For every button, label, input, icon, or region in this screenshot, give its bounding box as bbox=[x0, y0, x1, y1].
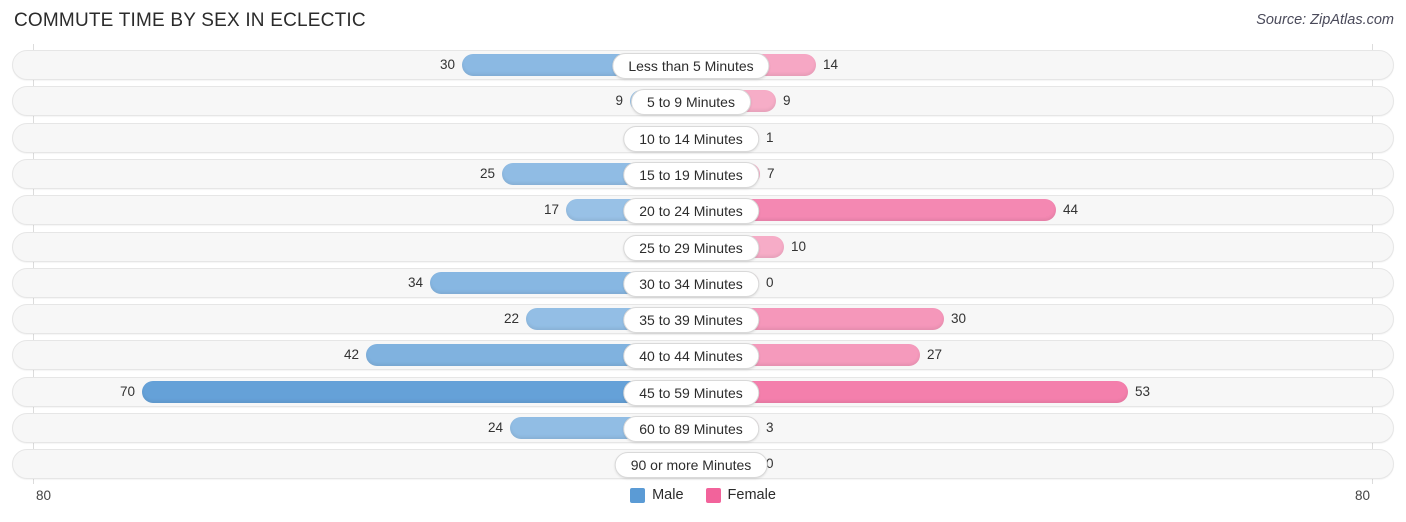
bar-value-female: 3 bbox=[766, 420, 774, 435]
legend-label: Male bbox=[652, 487, 684, 503]
legend-label: Female bbox=[727, 487, 776, 503]
bar-female[interactable] bbox=[704, 380, 1128, 403]
bar-value-male: 22 bbox=[503, 311, 519, 327]
plot-area: 3014Less than 5 Minutes995 to 9 Minutes3… bbox=[0, 44, 1406, 484]
bar-value-male: 17 bbox=[543, 202, 559, 218]
bar-value-female: 44 bbox=[1063, 202, 1079, 218]
table-row[interactable]: 01025 to 29 Minutes bbox=[12, 231, 1394, 262]
bar-value-male: 34 bbox=[407, 274, 423, 290]
bar-male[interactable] bbox=[142, 380, 702, 403]
legend-item-female[interactable]: Female bbox=[705, 487, 776, 503]
bar-value-female: 9 bbox=[783, 93, 791, 109]
table-row[interactable]: 42 27 40 to 44 Minutes bbox=[12, 340, 1394, 371]
row-inner: 30 14 Less than 5 Minutes bbox=[13, 51, 1393, 79]
table-row[interactable]: 22 30 35 to 39 Minutes bbox=[12, 304, 1394, 335]
row-inner: 34 0 30 to 34 Minutes bbox=[13, 269, 1393, 297]
category-label: 30 to 34 Minutes bbox=[623, 270, 759, 297]
category-label: 10 to 14 Minutes bbox=[623, 125, 759, 152]
bar-value-male: 30 bbox=[439, 57, 455, 72]
chart-footer: 80 80 Male Female bbox=[0, 484, 1406, 522]
row-inner: 24 3 60 to 89 Minutes bbox=[13, 414, 1393, 442]
category-label: 20 to 24 Minutes bbox=[623, 198, 759, 225]
table-row[interactable]: 0090 or more Minutes bbox=[12, 449, 1394, 480]
row-inner: 9 9 5 to 9 Minutes bbox=[13, 87, 1393, 116]
table-row[interactable]: 30 14 Less than 5 Minutes bbox=[12, 50, 1394, 80]
table-row[interactable]: 34 0 30 to 34 Minutes bbox=[12, 267, 1394, 298]
row-inner: 01025 to 29 Minutes bbox=[13, 233, 1393, 261]
row-inner: 70 53 45 to 59 Minutes bbox=[13, 378, 1393, 406]
legend-item-male[interactable]: Male bbox=[630, 487, 684, 503]
category-label: Less than 5 Minutes bbox=[612, 53, 770, 79]
row-inner: 22 30 35 to 39 Minutes bbox=[13, 305, 1393, 334]
table-row[interactable]: 70 53 45 to 59 Minutes bbox=[12, 376, 1394, 407]
page-title: COMMUTE TIME BY SEX IN ECLECTIC bbox=[14, 10, 366, 31]
category-label: 45 to 59 Minutes bbox=[623, 379, 759, 406]
bar-value-male: 70 bbox=[119, 383, 135, 399]
bar-value-female: 27 bbox=[927, 347, 943, 363]
bar-value-female: 53 bbox=[1135, 383, 1151, 399]
bar-value-female: 10 bbox=[791, 238, 807, 254]
bar-value-female: 7 bbox=[767, 165, 775, 181]
row-inner: 17 44 20 to 24 Minutes bbox=[13, 196, 1393, 225]
bar-value-male: 24 bbox=[487, 420, 503, 435]
chart-root: COMMUTE TIME BY SEX IN ECLECTIC Source: … bbox=[0, 0, 1406, 522]
bar-value-male: 25 bbox=[479, 165, 495, 181]
row-inner: 42 27 40 to 44 Minutes bbox=[13, 341, 1393, 370]
category-label: 15 to 19 Minutes bbox=[623, 161, 759, 188]
legend: Male Female bbox=[0, 487, 1406, 503]
category-label: 90 or more Minutes bbox=[614, 452, 768, 479]
bar-value-female: 30 bbox=[951, 311, 967, 327]
legend-swatch-icon bbox=[705, 487, 721, 503]
category-label: 60 to 89 Minutes bbox=[623, 416, 759, 442]
row-inner: 0090 or more Minutes bbox=[13, 450, 1393, 479]
bar-value-male: 42 bbox=[343, 347, 359, 363]
legend-swatch-icon bbox=[630, 487, 646, 503]
category-label: 35 to 39 Minutes bbox=[623, 307, 759, 334]
bar-value-female: 1 bbox=[766, 129, 774, 145]
table-row[interactable]: 9 9 5 to 9 Minutes bbox=[12, 86, 1394, 117]
category-label: 5 to 9 Minutes bbox=[631, 89, 751, 116]
table-row[interactable]: 17 44 20 to 24 Minutes bbox=[12, 195, 1394, 226]
source-attribution: Source: ZipAtlas.com bbox=[1256, 12, 1394, 28]
row-inner: 3110 to 14 Minutes bbox=[13, 124, 1393, 152]
table-row[interactable]: 25 7 15 to 19 Minutes bbox=[12, 158, 1394, 189]
row-inner: 25 7 15 to 19 Minutes bbox=[13, 160, 1393, 188]
bar-value-female: 14 bbox=[823, 57, 839, 72]
category-label: 40 to 44 Minutes bbox=[623, 343, 759, 370]
category-label: 25 to 29 Minutes bbox=[623, 234, 759, 261]
bar-value-male: 9 bbox=[615, 93, 623, 109]
table-row[interactable]: 3110 to 14 Minutes bbox=[12, 122, 1394, 153]
table-row[interactable]: 24 3 60 to 89 Minutes bbox=[12, 413, 1394, 443]
chart-header: COMMUTE TIME BY SEX IN ECLECTIC Source: … bbox=[0, 0, 1406, 44]
bar-value-female: 0 bbox=[766, 274, 774, 290]
